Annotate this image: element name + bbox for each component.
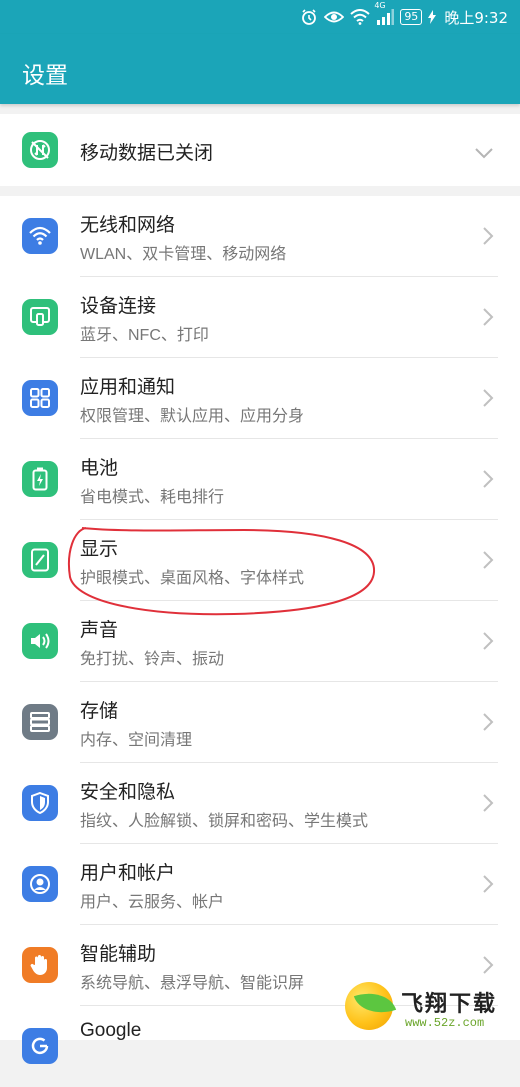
settings-item-title: 无线和网络 xyxy=(80,215,176,236)
battery-icon xyxy=(22,461,58,497)
settings-item-subtitle: 用户、云服务、帐户 xyxy=(80,894,225,911)
chevron-right-icon xyxy=(482,226,494,250)
settings-item-apps[interactable]: 应用和通知权限管理、默认应用、应用分身 xyxy=(0,358,520,439)
chevron-right-icon xyxy=(482,550,494,574)
settings-item-google[interactable]: Google xyxy=(0,1006,520,1087)
settings-item-user[interactable]: 用户和帐户用户、云服务、帐户 xyxy=(0,844,520,925)
battery-indicator: 95 xyxy=(400,9,423,25)
chevron-right-icon xyxy=(482,874,494,898)
device-connection-icon xyxy=(22,299,58,335)
status-time: 晚上9:32 xyxy=(444,8,508,27)
settings-item-title: Google xyxy=(80,1020,142,1041)
mobile-data-off-icon xyxy=(22,132,58,168)
settings-item-title: 声音 xyxy=(80,620,119,641)
settings-item-hand[interactable]: 智能辅助系统导航、悬浮导航、智能识屏 xyxy=(0,925,520,1006)
app-bar: 设置 xyxy=(0,34,520,104)
settings-item-title: 安全和隐私 xyxy=(80,782,176,803)
settings-item-title: 电池 xyxy=(80,458,119,479)
mobile-data-label: 移动数据已关闭 xyxy=(80,143,214,164)
eye-icon xyxy=(324,9,345,25)
chevron-right-icon xyxy=(482,631,494,655)
google-icon xyxy=(22,1028,58,1064)
settings-item-shield[interactable]: 安全和隐私指纹、人脸解锁、锁屏和密码、学生模式 xyxy=(0,763,520,844)
settings-item-subtitle: 系统导航、悬浮导航、智能识屏 xyxy=(80,975,305,992)
settings-item-battery[interactable]: 电池省电模式、耗电排行 xyxy=(0,439,520,520)
settings-list: 无线和网络 WLAN、双卡管理、移动网络设备连接蓝牙、NFC、打印应用和通知权限管… xyxy=(0,196,520,1064)
signal-icon: 4G xyxy=(374,1,395,25)
shield-icon xyxy=(22,785,58,821)
settings-item-subtitle: 内存、空间清理 xyxy=(80,732,193,749)
settings-item-title: 显示 xyxy=(80,539,119,560)
hand-icon xyxy=(22,947,58,983)
chevron-right-icon xyxy=(482,955,494,979)
charging-icon xyxy=(428,10,437,24)
settings-item-wifi[interactable]: 无线和网络 WLAN、双卡管理、移动网络 xyxy=(0,196,520,277)
wifi-icon xyxy=(22,218,58,254)
settings-item-title: 存储 xyxy=(80,701,119,722)
status-bar: 4G 95 晚上9:32 xyxy=(0,0,520,34)
settings-item-subtitle: 权限管理、默认应用、应用分身 xyxy=(80,408,305,425)
settings-item-device-connection[interactable]: 设备连接蓝牙、NFC、打印 xyxy=(0,277,520,358)
settings-item-subtitle: 免打扰、铃声、振动 xyxy=(80,651,225,668)
user-icon xyxy=(22,866,58,902)
chevron-right-icon xyxy=(482,793,494,817)
chevron-right-icon xyxy=(482,469,494,493)
alarm-icon xyxy=(300,8,318,26)
page-title: 设置 xyxy=(22,62,68,88)
sound-icon xyxy=(22,623,58,659)
wifi-icon xyxy=(350,9,370,25)
settings-item-storage[interactable]: 存储 内存、空间清理 xyxy=(0,682,520,763)
status-icons: 4G 95 xyxy=(300,1,437,26)
settings-item-title: 智能辅助 xyxy=(80,944,157,965)
chevron-right-icon xyxy=(482,712,494,736)
settings-item-subtitle: WLAN、双卡管理、移动网络 xyxy=(80,246,287,263)
chevron-right-icon xyxy=(482,388,494,412)
chevron-right-icon xyxy=(482,307,494,331)
settings-item-subtitle: 省电模式、耗电排行 xyxy=(80,489,225,506)
chevron-down-icon[interactable] xyxy=(474,144,494,163)
settings-item-title: 用户和帐户 xyxy=(80,863,176,884)
settings-item-subtitle: 蓝牙、NFC、打印 xyxy=(80,327,209,344)
apps-icon xyxy=(22,380,58,416)
settings-item-title: 设备连接 xyxy=(80,296,157,317)
settings-item-display[interactable]: 显示护眼模式、桌面风格、字体样式 xyxy=(0,520,520,601)
settings-item-subtitle: 护眼模式、桌面风格、字体样式 xyxy=(80,570,305,587)
display-icon xyxy=(22,542,58,578)
settings-item-sound[interactable]: 声音免打扰、铃声、振动 xyxy=(0,601,520,682)
settings-item-title: 应用和通知 xyxy=(80,377,176,398)
storage-icon xyxy=(22,704,58,740)
mobile-data-row[interactable]: 移动数据已关闭 xyxy=(0,114,520,195)
mobile-data-card: 移动数据已关闭 xyxy=(0,114,520,186)
network-type: 4G xyxy=(374,1,386,10)
settings-item-subtitle: 指纹、人脸解锁、锁屏和密码、学生模式 xyxy=(80,813,369,830)
